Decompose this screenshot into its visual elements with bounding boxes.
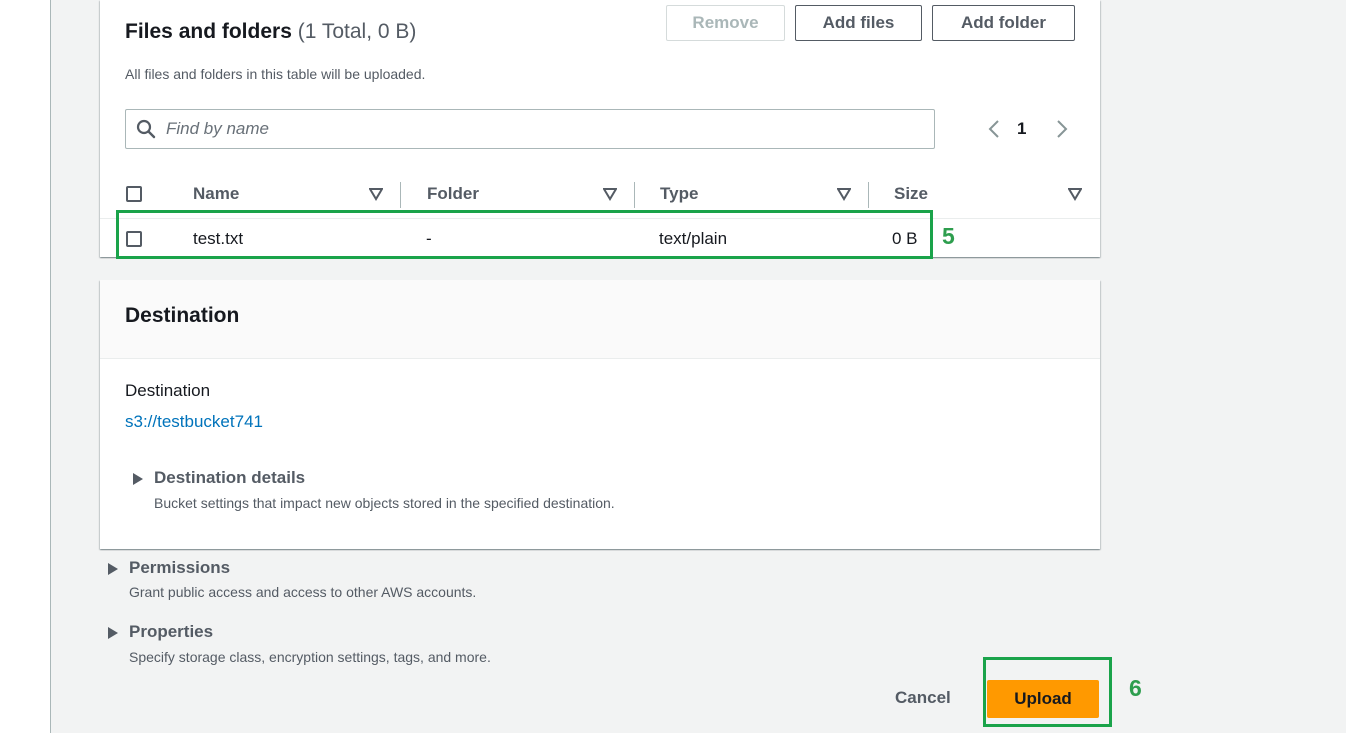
annotation-marker-5: 5 (942, 223, 955, 249)
destination-details-description: Bucket settings that impact new objects … (154, 495, 615, 511)
caret-right-icon[interactable] (133, 473, 143, 485)
pagination: 1 (980, 116, 1070, 142)
column-header-size[interactable]: Size (894, 184, 928, 204)
destination-panel: Destination Destination s3://testbucket7… (100, 280, 1100, 549)
destination-label: Destination (125, 381, 211, 400)
column-header-name[interactable]: Name (193, 184, 239, 204)
destination-header: Destination (100, 280, 1100, 359)
search-input[interactable] (166, 116, 906, 142)
annotation-marker-6: 6 (1129, 675, 1142, 701)
sort-down-icon[interactable] (837, 187, 851, 201)
files-section-count: (1 Total, 0 B) (297, 20, 417, 43)
add-files-button[interactable]: Add files (795, 5, 922, 41)
column-divider[interactable] (634, 182, 635, 208)
chevron-right-icon[interactable] (1052, 116, 1072, 142)
properties-toggle[interactable]: Properties (129, 622, 213, 642)
cancel-button[interactable]: Cancel (895, 688, 951, 708)
remove-button[interactable]: Remove (666, 5, 785, 41)
sort-down-icon[interactable] (603, 187, 617, 201)
current-page-number[interactable]: 1 (1017, 119, 1026, 139)
permissions-description: Grant public access and access to other … (129, 584, 477, 600)
chevron-left-icon[interactable] (984, 116, 1004, 142)
annotation-box-upload (983, 657, 1112, 727)
destination-bucket-link[interactable]: s3://testbucket741 (125, 412, 263, 432)
column-divider[interactable] (400, 182, 401, 208)
column-header-type[interactable]: Type (660, 184, 698, 204)
sort-down-icon[interactable] (1068, 187, 1082, 201)
annotation-box-row (116, 210, 933, 259)
add-folder-button[interactable]: Add folder (932, 5, 1075, 41)
files-section-heading: Files and folders (1 Total, 0 B) (125, 20, 416, 44)
select-all-checkbox[interactable] (126, 186, 142, 202)
search-box (125, 109, 935, 149)
destination-section-title: Destination (125, 304, 240, 327)
sort-down-icon[interactable] (369, 187, 383, 201)
files-section-description: All files and folders in this table will… (125, 66, 426, 82)
files-section-title: Files and folders (125, 20, 292, 43)
caret-right-icon[interactable] (108, 627, 118, 639)
search-icon (136, 119, 156, 139)
caret-right-icon[interactable] (108, 563, 118, 575)
column-divider[interactable] (868, 182, 869, 208)
destination-details-toggle[interactable]: Destination details (154, 468, 305, 488)
permissions-toggle[interactable]: Permissions (129, 558, 230, 578)
column-header-folder[interactable]: Folder (427, 184, 479, 204)
properties-description: Specify storage class, encryption settin… (129, 649, 491, 665)
